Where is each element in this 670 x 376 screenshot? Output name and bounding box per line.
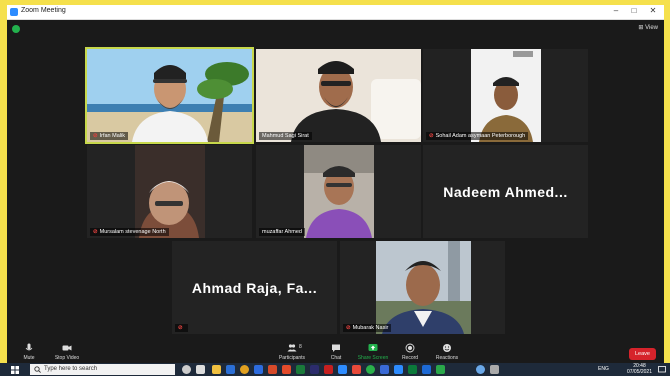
reactions-label: Reactions [435,355,459,361]
participant-video [304,145,374,238]
maximize-button[interactable]: □ [626,6,642,15]
participant-video [135,145,205,238]
security-shield-icon[interactable] [12,25,20,33]
app-icon[interactable] [352,365,361,374]
cortana-icon[interactable] [182,365,191,374]
media-icon[interactable] [324,365,333,374]
file-explorer-icon[interactable] [212,365,221,374]
powerpoint-icon[interactable] [268,365,277,374]
notification-area-icon[interactable] [476,365,485,374]
participant-name-label: Mahmud Sagi Sirat [259,132,312,140]
participants-button[interactable]: Participants [272,343,312,361]
video-tile[interactable]: ⊘ Sohail Adam asymaan Peterborough [423,49,588,142]
participant-name-label: ⊘ Irfan Malik [90,132,128,140]
muted-mic-icon: ⊘ [93,229,98,235]
muted-mic-icon: ⊘ [346,325,351,331]
record-icon [405,343,415,353]
taskbar-search-box[interactable]: Type here to search [30,364,175,375]
title-bar: Zoom Meeting – □ ✕ [7,5,664,20]
chat-icon [332,344,340,352]
clock-date: 07/05/2021 [626,369,652,375]
language-indicator[interactable]: ENG [598,366,609,372]
view-label: View [645,25,658,31]
excel-icon[interactable] [296,365,305,374]
stop-video-label: Stop Video [54,355,80,361]
video-tile[interactable]: ⊘ Mubarak Nasir [340,241,505,334]
participant-name-label: ⊘ Mubarak Nasir [343,324,392,332]
chat-button[interactable]: Chat [316,343,356,361]
word-icon[interactable] [254,365,263,374]
video-tile[interactable]: ⊘ Mursalam stevenage North [87,145,252,238]
video-tile[interactable]: muzaffar Ahmed [256,145,421,238]
participant-name-label: ⊘ [175,324,188,332]
name-tile[interactable]: Nadeem Ahmed... [423,145,588,238]
zoom-app-icon[interactable] [394,365,403,374]
notifications-icon[interactable] [658,366,666,373]
close-button[interactable]: ✕ [645,6,661,15]
windows-start-icon[interactable] [11,366,19,374]
zoom-logo-icon [10,8,18,16]
muted-mic-icon: ⊘ [178,325,183,331]
app-icon[interactable] [436,365,445,374]
video-tile[interactable]: ⊘ Irfan Malik [85,47,254,144]
muted-mic-icon: ⊘ [93,133,98,139]
app-icon[interactable] [422,365,431,374]
record-label: Record [401,355,419,361]
participant-name-label: muzaffar Ahmed [259,228,305,236]
mail-icon[interactable] [226,365,235,374]
participants-icon [287,344,297,352]
reactions-icon [443,344,451,352]
name-tile[interactable]: Ahmad Raja, Fa... ⊘ [172,241,337,334]
participant-video [471,49,541,142]
participant-video [376,241,471,334]
search-icon [34,366,41,373]
view-button[interactable]: ⊞ View [638,24,658,31]
leave-button[interactable]: Leave [629,348,656,360]
video-camera-icon [62,345,72,351]
share-screen-button[interactable]: Share Screen [353,343,393,361]
chrome-icon[interactable] [240,365,249,374]
mute-button[interactable]: Mute [9,343,49,361]
participants-label: Participants [278,355,306,361]
windows-taskbar: Type here to search ENG 20:48 07/05/2021 [0,363,670,376]
whatsapp-icon[interactable] [366,365,375,374]
pdf-icon[interactable] [282,365,291,374]
taskbar-clock[interactable]: 20:48 07/05/2021 [627,363,652,375]
window-title: Zoom Meeting [21,7,66,14]
zoom-window: Zoom Meeting – □ ✕ ⊞ View ⊘Irfan Malik [7,5,664,370]
participant-name-label: ⊘ Sohail Adam asymaan Peterborough [426,132,529,140]
participant-video [256,49,421,142]
chat-label: Chat [330,355,342,361]
record-button[interactable]: Record [390,343,430,361]
task-view-icon[interactable] [196,365,205,374]
photoshop-icon[interactable] [310,365,319,374]
stop-video-button[interactable]: Stop Video [47,343,87,361]
participant-video [87,49,252,142]
gallery-view: ⊞ View ⊘ Irfan Malik Mahmud Sagi Sirat ⊘… [7,20,664,340]
reactions-button[interactable]: Reactions [427,343,467,361]
participant-name-label: ⊘ Mursalam stevenage North [90,228,169,236]
search-placeholder: Type here to search [44,366,98,372]
minimize-button[interactable]: – [608,6,624,15]
participant-name-display: Ahmad Raja, Fa... [191,279,318,296]
video-tile[interactable]: Mahmud Sagi Sirat [256,49,421,142]
participants-count: 8 [299,344,302,350]
participant-name-display: Nadeem Ahmed... [443,183,568,200]
zoom-taskbar-icon[interactable] [338,365,347,374]
app-icon[interactable] [380,365,389,374]
muted-mic-icon: ⊘ [429,133,434,139]
microphone-icon [25,343,33,351]
system-tray-icon[interactable] [490,365,499,374]
app-icon[interactable] [408,365,417,374]
share-screen-icon [368,344,378,351]
mute-label: Mute [23,355,35,361]
share-screen-label: Share Screen [357,355,389,361]
